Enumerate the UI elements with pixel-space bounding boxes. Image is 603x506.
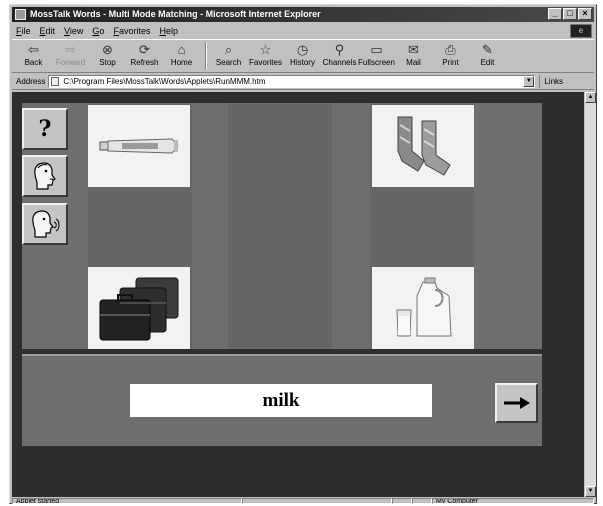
back-arrow-icon: ⇦ (28, 42, 39, 57)
socks-image (397, 116, 451, 176)
channels-label: Channels (322, 58, 357, 67)
fullscreen-button[interactable]: ▭ Fullscreen (358, 42, 395, 72)
milk-image (396, 277, 452, 337)
word-panel: milk (22, 354, 542, 446)
print-icon: ⎙ (445, 42, 456, 57)
address-input[interactable]: C:\Program Files\MossTalk\Words\Applets\… (48, 75, 536, 88)
maximize-button[interactable]: □ (563, 8, 577, 20)
speak-icon (34, 162, 56, 190)
menu-file[interactable]: File (16, 26, 31, 36)
ie-app-icon (15, 9, 26, 20)
search-icon: ⌕ (224, 42, 233, 57)
right-arrow-icon (503, 397, 530, 409)
forward-label: Forward (55, 58, 86, 67)
mail-icon: ✉ (408, 42, 419, 57)
repeat-speak-button[interactable] (22, 203, 68, 245)
favorites-icon: ☆ (259, 42, 272, 57)
picture-toothpaste[interactable] (88, 105, 190, 187)
back-button[interactable]: ⇦ Back (16, 42, 51, 72)
menu-favorites[interactable]: Favorites (113, 26, 150, 36)
column-stripe (228, 103, 332, 349)
ie-throbber-icon: e (570, 24, 592, 38)
print-button[interactable]: ⎙ Print (433, 42, 468, 72)
forward-button[interactable]: ⇨ Forward (53, 42, 88, 72)
forward-arrow-icon: ⇨ (65, 42, 76, 57)
scroll-down-icon[interactable]: ▼ (585, 486, 596, 497)
address-dropdown-icon[interactable]: ▼ (523, 76, 535, 87)
picture-suitcases[interactable] (88, 267, 190, 349)
refresh-label: Refresh (130, 58, 159, 67)
refresh-button[interactable]: ⟳ Refresh (127, 42, 162, 72)
toothpaste-image (99, 138, 179, 154)
status-progress (242, 498, 392, 504)
status-cell (392, 498, 412, 504)
menu-view[interactable]: View (64, 26, 83, 36)
window-controls: _ □ × (547, 8, 592, 20)
page-icon (51, 77, 60, 86)
help-button[interactable]: ? (22, 108, 68, 150)
toolbar: ⇦ Back ⇨ Forward ⊗ Stop ⟳ Refresh ⌂ Home… (12, 39, 594, 73)
status-bar: Applet started My Computer (12, 498, 594, 504)
status-text: Applet started (12, 498, 242, 504)
vertical-scrollbar[interactable]: ▲ ▼ (585, 92, 596, 497)
edit-label: Edit (480, 58, 495, 67)
picture-grid-panel: ? (22, 103, 542, 349)
print-label: Print (442, 58, 459, 67)
history-button[interactable]: ◷ History (285, 42, 320, 72)
window-title: MossTalk Words - Multi Mode Matching - M… (30, 9, 321, 19)
search-button[interactable]: ⌕ Search (211, 42, 246, 72)
channels-icon: ⚲ (334, 42, 345, 57)
menu-help[interactable]: Help (159, 26, 178, 36)
favorites-button[interactable]: ☆ Favorites (248, 42, 283, 72)
fullscreen-label: Fullscreen (358, 58, 395, 67)
menu-edit[interactable]: Edit (40, 26, 56, 36)
back-label: Back (24, 58, 43, 67)
fullscreen-icon: ▭ (370, 42, 383, 57)
stop-button[interactable]: ⊗ Stop (90, 42, 125, 72)
mail-button[interactable]: ✉ Mail (396, 42, 431, 72)
address-label: Address (16, 77, 46, 86)
page-viewport: ? milk (12, 92, 584, 497)
search-label: Search (215, 58, 242, 67)
target-word: milk (130, 384, 432, 417)
stop-label: Stop (99, 58, 116, 67)
refresh-icon: ⟳ (139, 42, 150, 57)
favorites-label: Favorites (249, 58, 282, 67)
links-button[interactable]: Links (539, 75, 563, 88)
picture-milk[interactable] (372, 267, 474, 349)
history-icon: ◷ (296, 42, 309, 57)
stop-icon: ⊗ (102, 42, 113, 57)
picture-socks[interactable] (372, 105, 474, 187)
status-cell (412, 498, 432, 504)
mail-label: Mail (406, 58, 421, 67)
address-value: C:\Program Files\MossTalk\Words\Applets\… (63, 77, 266, 86)
close-button[interactable]: × (578, 8, 592, 20)
home-icon: ⌂ (177, 42, 186, 57)
scroll-up-icon[interactable]: ▲ (585, 92, 596, 103)
menu-bar: File Edit View Go Favorites Help (12, 23, 594, 38)
minimize-button[interactable]: _ (548, 8, 562, 20)
status-zone: My Computer (432, 498, 594, 504)
edit-button[interactable]: ✎ Edit (470, 42, 505, 72)
history-label: History (290, 58, 315, 67)
menu-go[interactable]: Go (92, 26, 104, 36)
suitcases-image (99, 277, 179, 341)
toolbar-separator (205, 42, 207, 70)
browser-window: MossTalk Words - Multi Mode Matching - M… (9, 4, 597, 504)
address-bar: Address C:\Program Files\MossTalk\Words\… (12, 74, 594, 90)
next-button[interactable] (495, 383, 538, 423)
home-button[interactable]: ⌂ Home (164, 42, 199, 72)
title-bar: MossTalk Words - Multi Mode Matching - M… (12, 7, 594, 22)
repeat-speak-icon (32, 210, 60, 238)
help-question-mark: ? (38, 116, 52, 142)
edit-icon: ✎ (482, 42, 493, 57)
speak-button[interactable] (22, 155, 68, 197)
channels-button[interactable]: ⚲ Channels (322, 42, 357, 72)
home-label: Home (170, 58, 193, 67)
